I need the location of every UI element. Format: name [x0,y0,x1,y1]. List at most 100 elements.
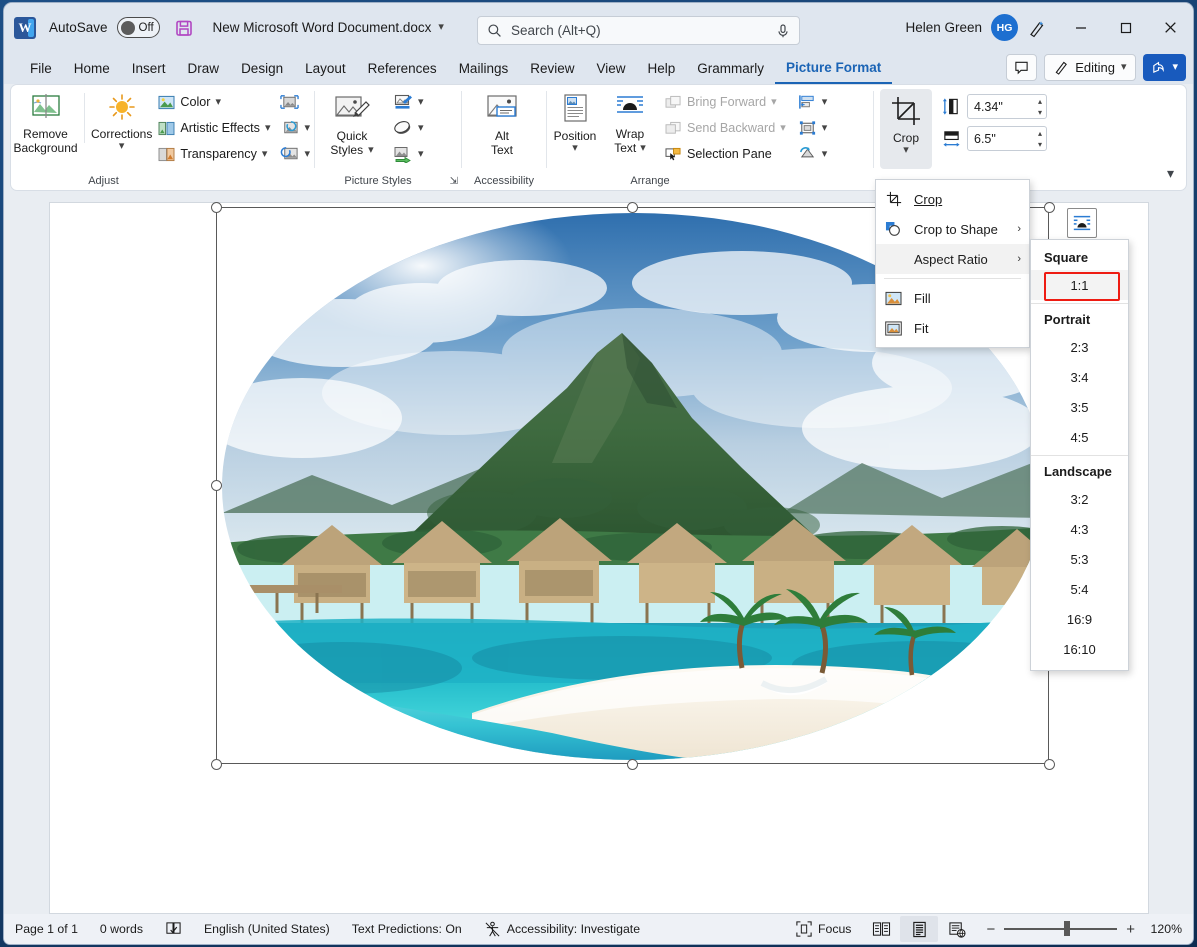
account-area[interactable]: Helen Green HG [905,3,1018,52]
corrections-button[interactable]: Corrections ▾ [89,89,154,152]
resize-handle-top-right[interactable] [1044,202,1055,213]
document-name-button[interactable]: New Microsoft Word Document.docx ▾ [213,20,444,35]
autosave-toggle[interactable]: Off [117,17,160,38]
tab-references[interactable]: References [357,52,448,84]
focus-button[interactable]: Focus [785,914,863,944]
resize-handle-bottom-center[interactable] [627,759,638,770]
reset-picture-button[interactable]: ▾ [276,141,314,167]
search-input[interactable]: Search (Alt+Q) [477,16,800,45]
tab-view[interactable]: View [585,52,636,84]
spinner-arrows-icon[interactable]: ▴▾ [1038,96,1042,118]
avatar[interactable]: HG [991,14,1018,41]
menu-item-fit[interactable]: Fit [876,313,1029,343]
tab-help[interactable]: Help [637,52,687,84]
resize-handle-middle-left[interactable] [211,480,222,491]
bring-forward-button[interactable]: Bring Forward ▾ [661,89,790,115]
aspect-ratio-4-3[interactable]: 4:3 [1031,514,1128,544]
collapse-ribbon-button[interactable]: ▾ [1167,165,1174,182]
web-layout-button[interactable] [938,916,976,942]
crop-button[interactable]: Crop ▾ [880,89,932,169]
spinner-arrows-icon[interactable]: ▴▾ [1038,128,1042,150]
zoom-thumb[interactable] [1064,921,1070,936]
zoom-slider[interactable]: − + [986,921,1135,938]
tab-design[interactable]: Design [230,52,294,84]
status-text-predictions[interactable]: Text Predictions: On [341,914,473,944]
selection-pane-button[interactable]: Selection Pane [661,141,790,167]
picture-border-button[interactable]: ▾ [389,89,428,115]
tab-file[interactable]: File [19,52,63,84]
send-backward-button[interactable]: Send Backward ▾ [661,115,790,141]
layout-options-button[interactable] [1067,208,1097,238]
tab-home[interactable]: Home [63,52,121,84]
tab-draw[interactable]: Draw [177,52,231,84]
status-accessibility[interactable]: Accessibility: Investigate [473,914,651,944]
wrap-text-button[interactable]: Wrap Text ▾ [603,89,657,155]
save-icon[interactable] [174,18,194,38]
picture-layout-button[interactable]: ▾ [389,141,428,167]
align-objects-button[interactable]: ▾ [794,89,832,115]
position-label: Position [554,129,597,143]
editing-label: Editing [1075,60,1115,75]
aspect-ratio-3-4[interactable]: 3:4 [1031,362,1128,392]
status-language[interactable]: English (United States) [193,914,341,944]
alt-text-button[interactable]: Alt Text [462,89,542,157]
compress-pictures-button[interactable] [276,89,314,115]
close-button[interactable] [1148,3,1193,52]
aspect-ratio-3-5[interactable]: 3:5 [1031,392,1128,422]
status-word-count[interactable]: 0 words [89,914,154,944]
remove-background-icon [29,93,63,123]
picture-effects-button[interactable]: ▾ [389,115,428,141]
status-proofing[interactable] [154,914,193,944]
shape-height-input[interactable]: 4.34" ▴▾ [967,94,1047,119]
read-mode-button[interactable] [862,916,900,942]
chevron-down-icon: ▾ [304,123,310,134]
status-page[interactable]: Page 1 of 1 [4,914,89,944]
menu-item-aspect-ratio[interactable]: Aspect Ratio › [876,244,1029,274]
resize-handle-bottom-right[interactable] [1044,759,1055,770]
menu-item-crop-to-shape[interactable]: Crop to Shape › [876,214,1029,244]
shape-width-input[interactable]: 6.5" ▴▾ [967,126,1047,151]
zoom-track[interactable] [1004,928,1117,930]
minimize-button[interactable] [1058,3,1103,52]
remove-background-button[interactable]: Remove Background [11,89,80,155]
quick-styles-label-1: Quick [337,129,368,143]
position-button[interactable]: Position ▾ [547,89,603,154]
pen-sparkle-icon[interactable] [1016,3,1058,52]
color-button[interactable]: Color ▾ [154,89,274,115]
maximize-button[interactable] [1103,3,1148,52]
zoom-out-button[interactable]: − [986,921,995,938]
share-button[interactable]: ▾ [1143,54,1186,81]
aspect-ratio-5-4[interactable]: 5:4 [1031,574,1128,604]
aspect-ratio-4-5[interactable]: 4:5 [1031,422,1128,452]
aspect-ratio-3-2[interactable]: 3:2 [1031,484,1128,514]
menu-item-fill[interactable]: Fill [876,283,1029,313]
transparency-button[interactable]: Transparency ▾ [154,141,274,167]
tab-layout[interactable]: Layout [294,52,357,84]
chevron-down-icon: ▾ [262,149,268,160]
artistic-effects-button[interactable]: Artistic Effects ▾ [154,115,274,141]
quick-styles-button[interactable]: Quick Styles ▾ [315,89,389,157]
menu-item-crop[interactable]: Crop [876,184,1029,214]
group-objects-button[interactable]: ▾ [794,115,832,141]
change-picture-button[interactable]: ▾ [276,115,314,141]
rotate-objects-button[interactable]: ▾ [794,141,832,167]
aspect-ratio-16-10[interactable]: 16:10 [1031,634,1128,664]
tab-review[interactable]: Review [519,52,585,84]
aspect-ratio-2-3[interactable]: 2:3 [1031,332,1128,362]
comment-icon[interactable] [1006,54,1037,81]
tab-mailings[interactable]: Mailings [448,52,520,84]
print-layout-button[interactable] [900,916,938,942]
resize-handle-top-left[interactable] [211,202,222,213]
status-words-label: 0 words [100,922,143,936]
zoom-level[interactable]: 120% [1145,922,1189,936]
aspect-ratio-5-3[interactable]: 5:3 [1031,544,1128,574]
aspect-ratio-16-9[interactable]: 16:9 [1031,604,1128,634]
tab-grammarly[interactable]: Grammarly [686,52,775,84]
tab-picture-format[interactable]: Picture Format [775,52,892,84]
resize-handle-top-center[interactable] [627,202,638,213]
resize-handle-bottom-left[interactable] [211,759,222,770]
dialog-launcher-icon[interactable]: ⇲ [450,176,458,187]
zoom-in-button[interactable]: + [1126,921,1135,938]
tab-insert[interactable]: Insert [121,52,177,84]
editing-mode-button[interactable]: Editing ▾ [1044,54,1136,81]
